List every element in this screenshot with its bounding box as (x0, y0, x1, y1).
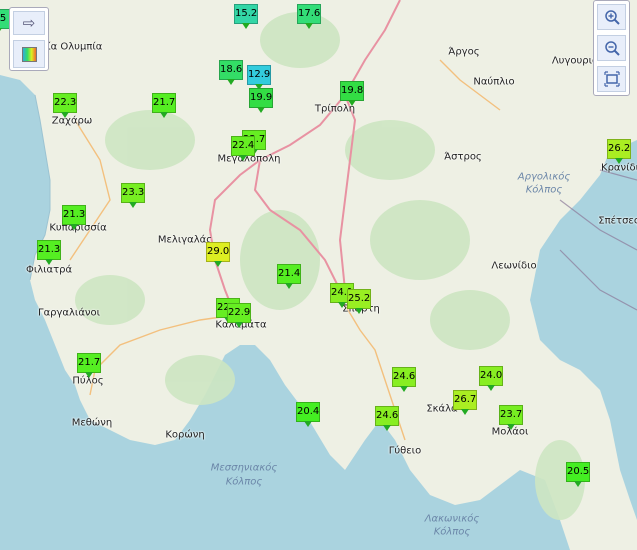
station-value: 25.2 (348, 293, 371, 304)
station-value: 18.6 (220, 64, 243, 75)
station-marker[interactable]: 22.3 (53, 93, 77, 118)
sea-label: Μεσσηνιακός (210, 462, 278, 474)
place-label: Μελιγαλάς (157, 234, 213, 246)
station-marker[interactable]: 20.4 (296, 402, 320, 427)
station-value: 22.3 (54, 97, 77, 108)
station-value: 21.3 (63, 209, 86, 220)
arrow-button[interactable]: ⇨ (13, 11, 45, 35)
place-label: Λυγουριό (551, 55, 599, 67)
station-value: 22.9 (228, 307, 251, 318)
color-palette-icon (21, 46, 37, 62)
layer-control: ⇨ (9, 7, 49, 71)
sea-label: Κόλπος (225, 476, 263, 488)
map-base[interactable] (0, 0, 637, 550)
station-marker[interactable]: 17.6 (297, 4, 321, 29)
station-value: 21.4 (278, 268, 301, 279)
station-marker[interactable]: 23.7 (499, 405, 523, 430)
place-label: Γύθειο (388, 445, 422, 457)
station-marker[interactable]: 29.0 (206, 242, 230, 267)
station-value: 21.7 (78, 357, 101, 368)
place-label: Άργος (448, 46, 480, 58)
station-value: 20.5 (567, 466, 590, 477)
sea-label: Κόλπος (433, 526, 471, 538)
zoom-control (593, 0, 630, 96)
station-marker[interactable]: 21.4 (277, 264, 301, 289)
zoom-extent-button[interactable] (597, 66, 626, 92)
station-marker[interactable]: 26.7 (453, 390, 477, 415)
station-value: 23.3 (122, 187, 145, 198)
station-marker[interactable]: 24.6 (392, 367, 416, 392)
station-value: 20.4 (297, 406, 320, 417)
station-marker[interactable]: 22.4 (231, 136, 255, 161)
sea-label: Λακωνικός (424, 513, 480, 525)
station-value: 26.7 (454, 394, 477, 405)
station-value: 5 (0, 13, 7, 24)
place-label: Λεωνίδιο (491, 260, 537, 272)
station-marker[interactable]: 21.7 (77, 353, 101, 378)
station-value: 19.9 (250, 92, 273, 103)
place-label: Φιλιατρά (25, 264, 73, 276)
zoom-out-button[interactable] (597, 35, 626, 61)
station-value: 26.2 (608, 143, 631, 154)
station-value: 24.0 (480, 370, 503, 381)
station-marker[interactable]: 21.7 (152, 93, 176, 118)
place-label: Γαργαλιάνοι (37, 307, 101, 319)
fullscreen-icon (603, 71, 620, 87)
zoom-out-icon (604, 41, 620, 56)
color-scale-button[interactable] (13, 40, 45, 68)
place-label: Ναύπλιο (473, 76, 515, 88)
place-label: Κορώνη (165, 429, 205, 441)
station-value: 19.8 (341, 85, 364, 96)
place-label: Σπέτσες (598, 215, 637, 227)
station-marker[interactable]: 19.9 (249, 88, 273, 113)
station-value: 29.0 (207, 246, 230, 257)
station-marker[interactable]: 23.3 (121, 183, 145, 208)
station-value: 23.7 (500, 409, 523, 420)
station-marker[interactable]: 24.0 (479, 366, 503, 391)
station-marker[interactable]: 21.3 (62, 205, 86, 230)
place-label: Ζαχάρω (51, 115, 93, 127)
station-value: 24.6 (376, 410, 399, 421)
station-marker[interactable]: 21.3 (37, 240, 61, 265)
station-marker[interactable]: 26.2 (607, 139, 631, 164)
station-marker[interactable]: 22.9 (227, 303, 251, 328)
station-marker[interactable]: 19.8 (340, 81, 364, 106)
zoom-in-button[interactable] (597, 4, 626, 30)
station-value: 24.6 (393, 371, 416, 382)
station-marker[interactable]: 20.5 (566, 462, 590, 487)
station-marker[interactable]: 24.6 (375, 406, 399, 431)
station-marker[interactable]: 15.2 (234, 4, 258, 29)
station-value: 21.7 (153, 97, 176, 108)
station-value: 22.4 (232, 140, 255, 151)
sea-label: Αργολικός (517, 171, 571, 183)
station-marker[interactable]: 12.9 (247, 65, 271, 90)
place-label: Κρανίδι (601, 162, 637, 174)
station-marker[interactable]: 25.2 (347, 289, 371, 314)
station-value: 15.2 (235, 8, 258, 19)
place-label: Μεθώνη (71, 417, 113, 429)
station-value: 17.6 (298, 8, 321, 19)
station-value: 12.9 (248, 69, 271, 80)
station-value: 21.3 (38, 244, 61, 255)
place-label: Άστρος (444, 151, 482, 163)
sea-label: Κόλπος (525, 184, 563, 196)
map[interactable]: Αρχαία Ολυμπία Ζαχάρω Τρίπολη Άργος Ναύπλιο Λ… (0, 0, 637, 550)
arrow-right-icon: ⇨ (22, 14, 36, 32)
zoom-in-icon (604, 10, 620, 25)
station-marker[interactable]: 18.6 (219, 60, 243, 85)
